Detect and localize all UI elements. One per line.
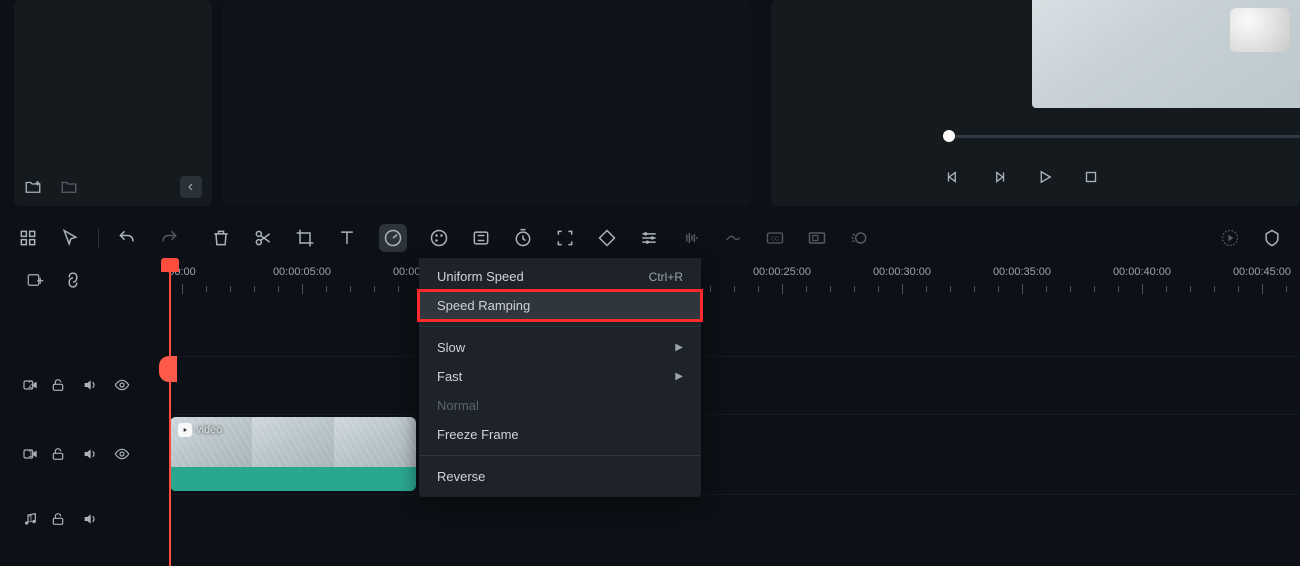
motion-icon[interactable] bbox=[849, 228, 869, 248]
delete-icon[interactable] bbox=[211, 228, 231, 248]
marker-icon[interactable] bbox=[1262, 228, 1282, 248]
audio-track-1: 1 bbox=[14, 494, 1300, 544]
track-number: 1 bbox=[28, 514, 34, 525]
playhead[interactable] bbox=[169, 258, 171, 566]
cut-icon[interactable] bbox=[253, 228, 273, 248]
panel-back-button[interactable] bbox=[180, 176, 202, 198]
menu-uniform-speed[interactable]: Uniform Speed Ctrl+R bbox=[419, 262, 701, 291]
visibility-icon[interactable] bbox=[114, 377, 130, 393]
fit-icon[interactable] bbox=[555, 228, 575, 248]
lock-icon[interactable] bbox=[50, 446, 66, 462]
play-badge-icon bbox=[178, 423, 192, 437]
track-number: 2 bbox=[28, 380, 34, 391]
menu-label: Freeze Frame bbox=[437, 427, 519, 442]
media-panel bbox=[14, 0, 212, 206]
aspect-icon[interactable] bbox=[807, 228, 827, 248]
mute-icon[interactable] bbox=[82, 511, 98, 527]
prev-frame-icon[interactable] bbox=[944, 168, 962, 186]
ruler-label: 00:00:35:00 bbox=[993, 266, 1051, 278]
menu-label: Fast bbox=[437, 369, 462, 384]
link-icon[interactable] bbox=[60, 267, 85, 292]
preview-thumbnail[interactable] bbox=[1032, 0, 1300, 108]
chevron-right-icon: ▶ bbox=[675, 371, 683, 382]
menu-label: Uniform Speed bbox=[437, 269, 524, 284]
audio-ducking-icon[interactable] bbox=[723, 228, 743, 248]
folder-plus-icon[interactable] bbox=[24, 178, 42, 196]
folder-icon[interactable] bbox=[60, 178, 78, 196]
chevron-left-icon bbox=[185, 181, 197, 193]
speed-context-menu: Uniform Speed Ctrl+R Speed Ramping Slow … bbox=[419, 258, 701, 497]
menu-label: Slow bbox=[437, 340, 465, 355]
ruler-label: 00:00:05:00 bbox=[273, 266, 331, 278]
ruler-label: 00:00:45:00 bbox=[1233, 266, 1291, 278]
mute-icon[interactable] bbox=[82, 446, 98, 462]
timer-icon[interactable] bbox=[513, 228, 533, 248]
scrubber-handle[interactable] bbox=[943, 130, 955, 142]
speed-icon[interactable] bbox=[379, 224, 407, 252]
color-icon[interactable] bbox=[429, 228, 449, 248]
track-number: 1 bbox=[28, 449, 34, 460]
next-frame-icon[interactable] bbox=[990, 168, 1008, 186]
chevron-right-icon: ▶ bbox=[675, 342, 683, 353]
undo-icon[interactable] bbox=[117, 228, 137, 248]
crop-icon[interactable] bbox=[295, 228, 315, 248]
toolbar-divider bbox=[98, 228, 99, 248]
menu-shortcut: Ctrl+R bbox=[649, 270, 683, 284]
text-icon[interactable] bbox=[337, 228, 357, 248]
timeline-ruler[interactable]: 00:00 00:00:05:0000:00:10:0000:00:15:000… bbox=[168, 262, 1300, 298]
play-icon[interactable] bbox=[1036, 168, 1054, 186]
mute-icon[interactable] bbox=[82, 377, 98, 393]
subtitle-icon[interactable] bbox=[765, 228, 785, 248]
preview-scrubber[interactable] bbox=[945, 132, 1300, 140]
menu-fast[interactable]: Fast ▶ bbox=[419, 362, 701, 391]
menu-label: Speed Ramping bbox=[437, 298, 530, 313]
ruler-label: 00:00:25:00 bbox=[753, 266, 811, 278]
cursor-icon[interactable] bbox=[60, 228, 80, 248]
visibility-icon[interactable] bbox=[114, 446, 130, 462]
render-icon[interactable] bbox=[1220, 228, 1240, 248]
menu-label: Reverse bbox=[437, 469, 485, 484]
menu-slow[interactable]: Slow ▶ bbox=[419, 333, 701, 362]
adjust-icon[interactable] bbox=[639, 228, 659, 248]
audio-mixer-icon[interactable] bbox=[681, 228, 701, 248]
timeline-toolbar bbox=[0, 214, 1300, 262]
menu-speed-ramping[interactable]: Speed Ramping bbox=[419, 291, 701, 320]
menu-separator bbox=[419, 455, 701, 456]
lock-icon[interactable] bbox=[50, 377, 66, 393]
keyframe-icon[interactable] bbox=[597, 228, 617, 248]
apps-icon[interactable] bbox=[18, 228, 38, 248]
center-panel bbox=[222, 0, 751, 206]
video-clip[interactable]: video bbox=[170, 417, 416, 491]
menu-normal: Normal bbox=[419, 391, 701, 420]
ruler-label: 00:00:40:00 bbox=[1113, 266, 1171, 278]
ruler-label: 00:00:30:00 bbox=[873, 266, 931, 278]
redo-icon[interactable] bbox=[159, 228, 179, 248]
menu-label: Normal bbox=[437, 398, 479, 413]
stop-icon[interactable] bbox=[1082, 168, 1100, 186]
lock-icon[interactable] bbox=[50, 511, 66, 527]
menu-separator bbox=[419, 326, 701, 327]
menu-freeze-frame[interactable]: Freeze Frame bbox=[419, 420, 701, 449]
add-frame-icon[interactable] bbox=[26, 271, 44, 289]
menu-reverse[interactable]: Reverse bbox=[419, 462, 701, 491]
mask-icon[interactable] bbox=[471, 228, 491, 248]
clip-label-text: video bbox=[196, 424, 222, 436]
